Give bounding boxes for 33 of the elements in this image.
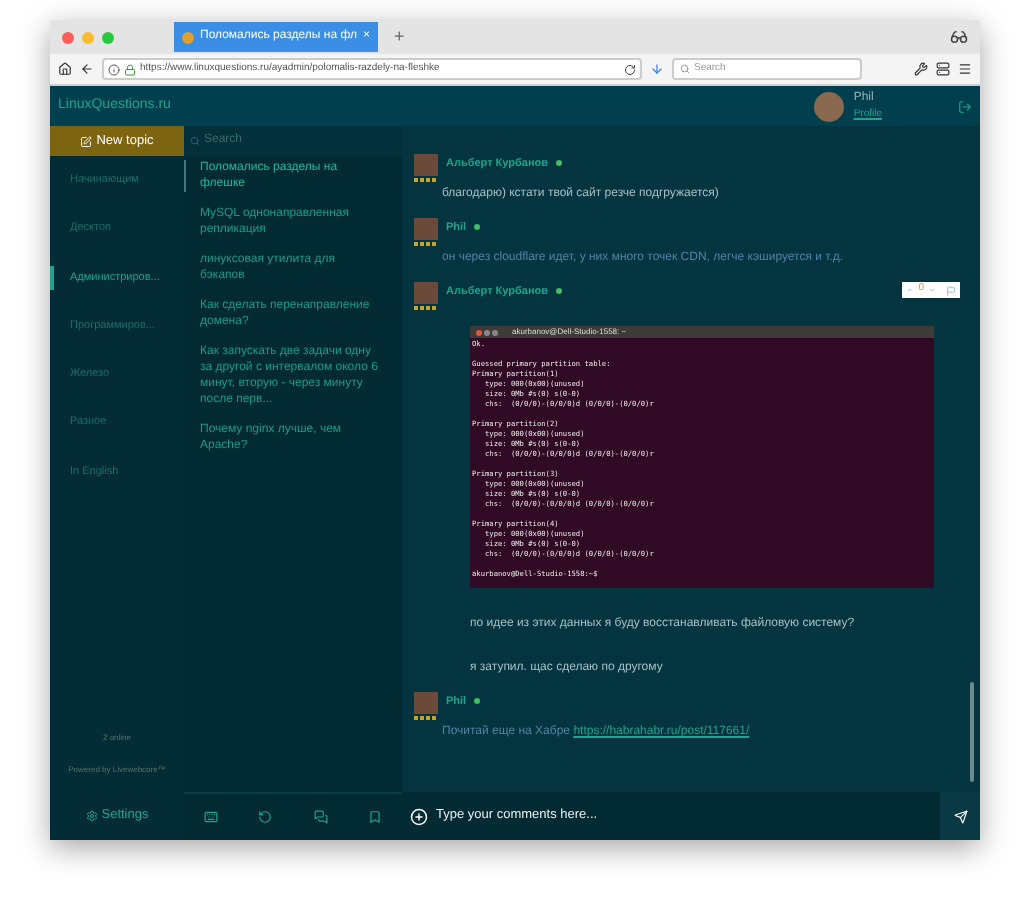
- chat-icon[interactable]: [313, 810, 328, 824]
- user-avatar: [414, 218, 438, 240]
- add-attachment-icon[interactable]: [410, 807, 428, 825]
- private-mode-icon: [950, 28, 968, 46]
- user-avatar: [414, 692, 438, 714]
- site-favicon-icon: [182, 31, 194, 43]
- search-icon: [680, 64, 690, 74]
- keyboard-icon[interactable]: [204, 810, 219, 824]
- logout-icon[interactable]: [958, 99, 972, 113]
- maximize-window-icon: [492, 329, 498, 335]
- bookmark-icon[interactable]: [367, 810, 382, 824]
- lock-icon: [124, 63, 136, 75]
- settings-icon: [85, 810, 98, 822]
- user-avatar[interactable]: [813, 91, 844, 121]
- user-avatar: [414, 282, 438, 304]
- back-icon[interactable]: [80, 62, 94, 76]
- new-tab-button[interactable]: +: [394, 23, 405, 51]
- close-window-icon[interactable]: [62, 31, 74, 43]
- send-button[interactable]: [940, 792, 980, 840]
- reload-icon[interactable]: [624, 63, 636, 75]
- minimize-window-icon: [484, 329, 490, 335]
- undo-icon[interactable]: [258, 810, 273, 824]
- home-icon[interactable]: [58, 62, 72, 76]
- download-icon[interactable]: [650, 62, 664, 76]
- info-icon: [108, 63, 120, 75]
- user-avatar: [414, 154, 438, 176]
- scrollbar-thumb: [970, 682, 974, 782]
- search-icon: [190, 136, 200, 146]
- menu-icon[interactable]: [958, 62, 972, 76]
- close-window-icon: [476, 329, 482, 335]
- wrench-icon[interactable]: [914, 62, 928, 76]
- edit-icon: [80, 135, 93, 147]
- send-icon: [953, 809, 967, 823]
